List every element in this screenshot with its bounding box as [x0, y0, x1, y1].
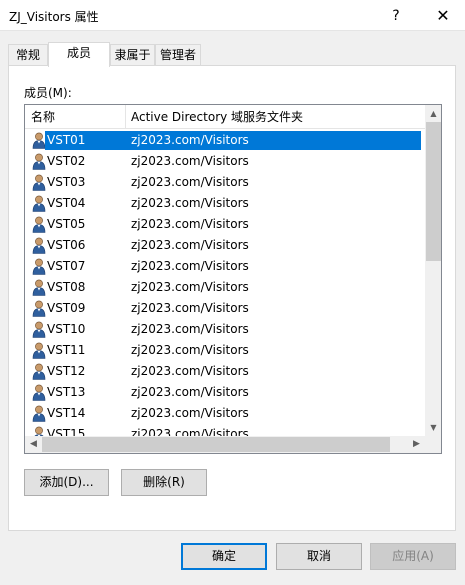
help-button[interactable]: ?: [376, 3, 416, 29]
member-name: VST12: [47, 364, 86, 378]
member-name: VST06: [47, 238, 86, 252]
remove-button[interactable]: 删除(R): [121, 469, 207, 496]
user-icon: [32, 195, 46, 212]
horizontal-scroll-thumb[interactable]: [42, 437, 390, 452]
member-rows: VST01 zj2023.com/Visitors VST02 zj2023.com/…: [25, 130, 425, 445]
tab-managed-by[interactable]: 管理者: [155, 44, 201, 66]
member-name: VST04: [47, 196, 86, 210]
user-icon: [32, 132, 46, 149]
member-folder: zj2023.com/Visitors: [125, 131, 421, 150]
member-name: VST08: [47, 280, 86, 294]
member-row[interactable]: VST08 zj2023.com/Visitors: [25, 277, 425, 298]
member-row[interactable]: VST03 zj2023.com/Visitors: [25, 172, 425, 193]
vertical-scrollbar[interactable]: ▲ ▼: [425, 105, 441, 436]
user-icon: [32, 279, 46, 296]
user-icon: [32, 384, 46, 401]
close-button[interactable]: ✕: [423, 3, 463, 29]
user-icon: [32, 342, 46, 359]
window-title: ZJ_Visitors 属性: [9, 10, 99, 24]
column-header-name[interactable]: 名称: [25, 105, 125, 129]
title-bar: ZJ_Visitors 属性 ? ✕: [0, 0, 465, 31]
member-folder: zj2023.com/Visitors: [131, 196, 249, 210]
tab-member-of[interactable]: 隶属于: [110, 44, 155, 66]
user-icon: [32, 174, 46, 191]
cancel-button[interactable]: 取消: [276, 543, 362, 570]
member-row[interactable]: VST10 zj2023.com/Visitors: [25, 319, 425, 340]
member-folder: zj2023.com/Visitors: [131, 301, 249, 315]
member-folder: zj2023.com/Visitors: [131, 385, 249, 399]
tab-general[interactable]: 常规: [8, 44, 48, 66]
vertical-scroll-thumb[interactable]: [426, 122, 441, 261]
member-folder: zj2023.com/Visitors: [131, 259, 249, 273]
member-row[interactable]: VST07 zj2023.com/Visitors: [25, 256, 425, 277]
member-name: VST14: [47, 406, 86, 420]
member-row[interactable]: VST01 zj2023.com/Visitors: [25, 130, 425, 151]
scroll-left-arrow-icon[interactable]: ◀: [25, 436, 42, 453]
member-name: VST01: [45, 131, 127, 150]
member-row[interactable]: VST14 zj2023.com/Visitors: [25, 403, 425, 424]
member-name: VST09: [47, 301, 86, 315]
member-row[interactable]: VST05 zj2023.com/Visitors: [25, 214, 425, 235]
member-row[interactable]: VST11 zj2023.com/Visitors: [25, 340, 425, 361]
member-folder: zj2023.com/Visitors: [131, 238, 249, 252]
list-header: 名称 Active Directory 域服务文件夹: [25, 105, 425, 129]
user-icon: [32, 363, 46, 380]
member-name: VST11: [47, 343, 86, 357]
user-icon: [32, 405, 46, 422]
tab-members[interactable]: 成员: [48, 42, 110, 67]
member-folder: zj2023.com/Visitors: [131, 280, 249, 294]
member-folder: zj2023.com/Visitors: [131, 364, 249, 378]
ok-button[interactable]: 确定: [181, 543, 267, 570]
member-name: VST07: [47, 259, 86, 273]
user-icon: [32, 300, 46, 317]
members-label: 成员(M):: [24, 86, 72, 100]
member-folder: zj2023.com/Visitors: [131, 406, 249, 420]
member-folder: zj2023.com/Visitors: [131, 217, 249, 231]
user-icon: [32, 216, 46, 233]
column-header-folder[interactable]: Active Directory 域服务文件夹: [125, 105, 425, 129]
scrollbar-corner: [425, 436, 441, 453]
member-folder: zj2023.com/Visitors: [131, 175, 249, 189]
scroll-up-arrow-icon[interactable]: ▲: [425, 105, 441, 122]
user-icon: [32, 258, 46, 275]
member-row[interactable]: VST12 zj2023.com/Visitors: [25, 361, 425, 382]
horizontal-scrollbar[interactable]: ◀ ▶: [25, 436, 425, 453]
member-name: VST02: [47, 154, 86, 168]
apply-button[interactable]: 应用(A): [370, 543, 456, 570]
member-row[interactable]: VST02 zj2023.com/Visitors: [25, 151, 425, 172]
member-row[interactable]: VST06 zj2023.com/Visitors: [25, 235, 425, 256]
member-name: VST03: [47, 175, 86, 189]
members-panel: 成员(M): 名称 Active Directory 域服务文件夹 VST01 z…: [8, 65, 456, 531]
user-icon: [32, 237, 46, 254]
add-button[interactable]: 添加(D)...: [24, 469, 109, 496]
member-row[interactable]: VST13 zj2023.com/Visitors: [25, 382, 425, 403]
member-folder: zj2023.com/Visitors: [131, 343, 249, 357]
member-name: VST05: [47, 217, 86, 231]
members-list[interactable]: 名称 Active Directory 域服务文件夹 VST01 zj2023.c…: [24, 104, 442, 454]
scroll-right-arrow-icon[interactable]: ▶: [408, 436, 425, 453]
scroll-down-arrow-icon[interactable]: ▼: [425, 419, 441, 436]
user-icon: [32, 153, 46, 170]
user-icon: [32, 321, 46, 338]
member-folder: zj2023.com/Visitors: [131, 154, 249, 168]
member-name: VST10: [47, 322, 86, 336]
member-row[interactable]: VST09 zj2023.com/Visitors: [25, 298, 425, 319]
member-folder: zj2023.com/Visitors: [131, 322, 249, 336]
member-name: VST13: [47, 385, 86, 399]
member-row[interactable]: VST04 zj2023.com/Visitors: [25, 193, 425, 214]
